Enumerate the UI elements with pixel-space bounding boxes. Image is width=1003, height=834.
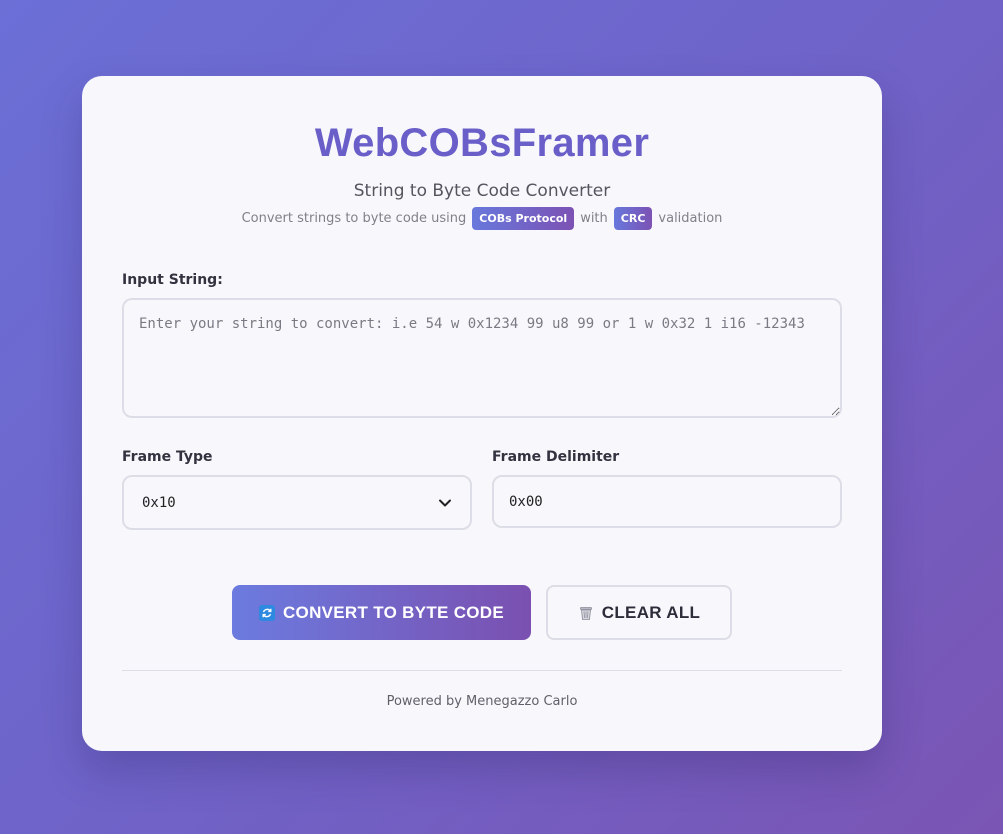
frame-delimiter-input[interactable] [492, 475, 842, 528]
app-title: WebCOBsFramer [314, 121, 650, 165]
chevron-down-icon [439, 499, 451, 506]
clear-all-button-label: CLEAR ALL [601, 602, 701, 622]
trash-icon [578, 605, 594, 621]
description-with: with [580, 211, 608, 226]
app-subtitle: String to Byte Code Converter [353, 181, 611, 201]
app-description: Convert strings to byte code using COBs … [82, 207, 882, 230]
frame-type-select[interactable]: 0x10 [122, 475, 472, 530]
footer-credit: Powered by Menegazzo Carlo [386, 694, 578, 709]
frame-type-label: Frame Type [122, 449, 213, 465]
convert-button[interactable]: CONVERT TO BYTE CODE [232, 585, 531, 640]
cobs-badge: COBs Protocol [472, 207, 575, 230]
convert-button-label: CONVERT TO BYTE CODE [282, 602, 505, 622]
description-suffix: validation [658, 211, 723, 226]
frame-delimiter-label: Frame Delimiter [492, 449, 620, 465]
footer-divider [122, 670, 842, 671]
description-prefix: Convert strings to byte code using [241, 211, 467, 226]
refresh-icon [258, 604, 275, 621]
clear-all-button[interactable]: CLEAR ALL [546, 585, 732, 640]
input-string-label: Input String: [122, 272, 223, 288]
frame-type-value: 0x10 [142, 494, 176, 511]
crc-badge: CRC [613, 207, 653, 230]
input-string-field[interactable] [122, 298, 842, 418]
converter-card: WebCOBsFramer String to Byte Code Conver… [82, 76, 882, 751]
